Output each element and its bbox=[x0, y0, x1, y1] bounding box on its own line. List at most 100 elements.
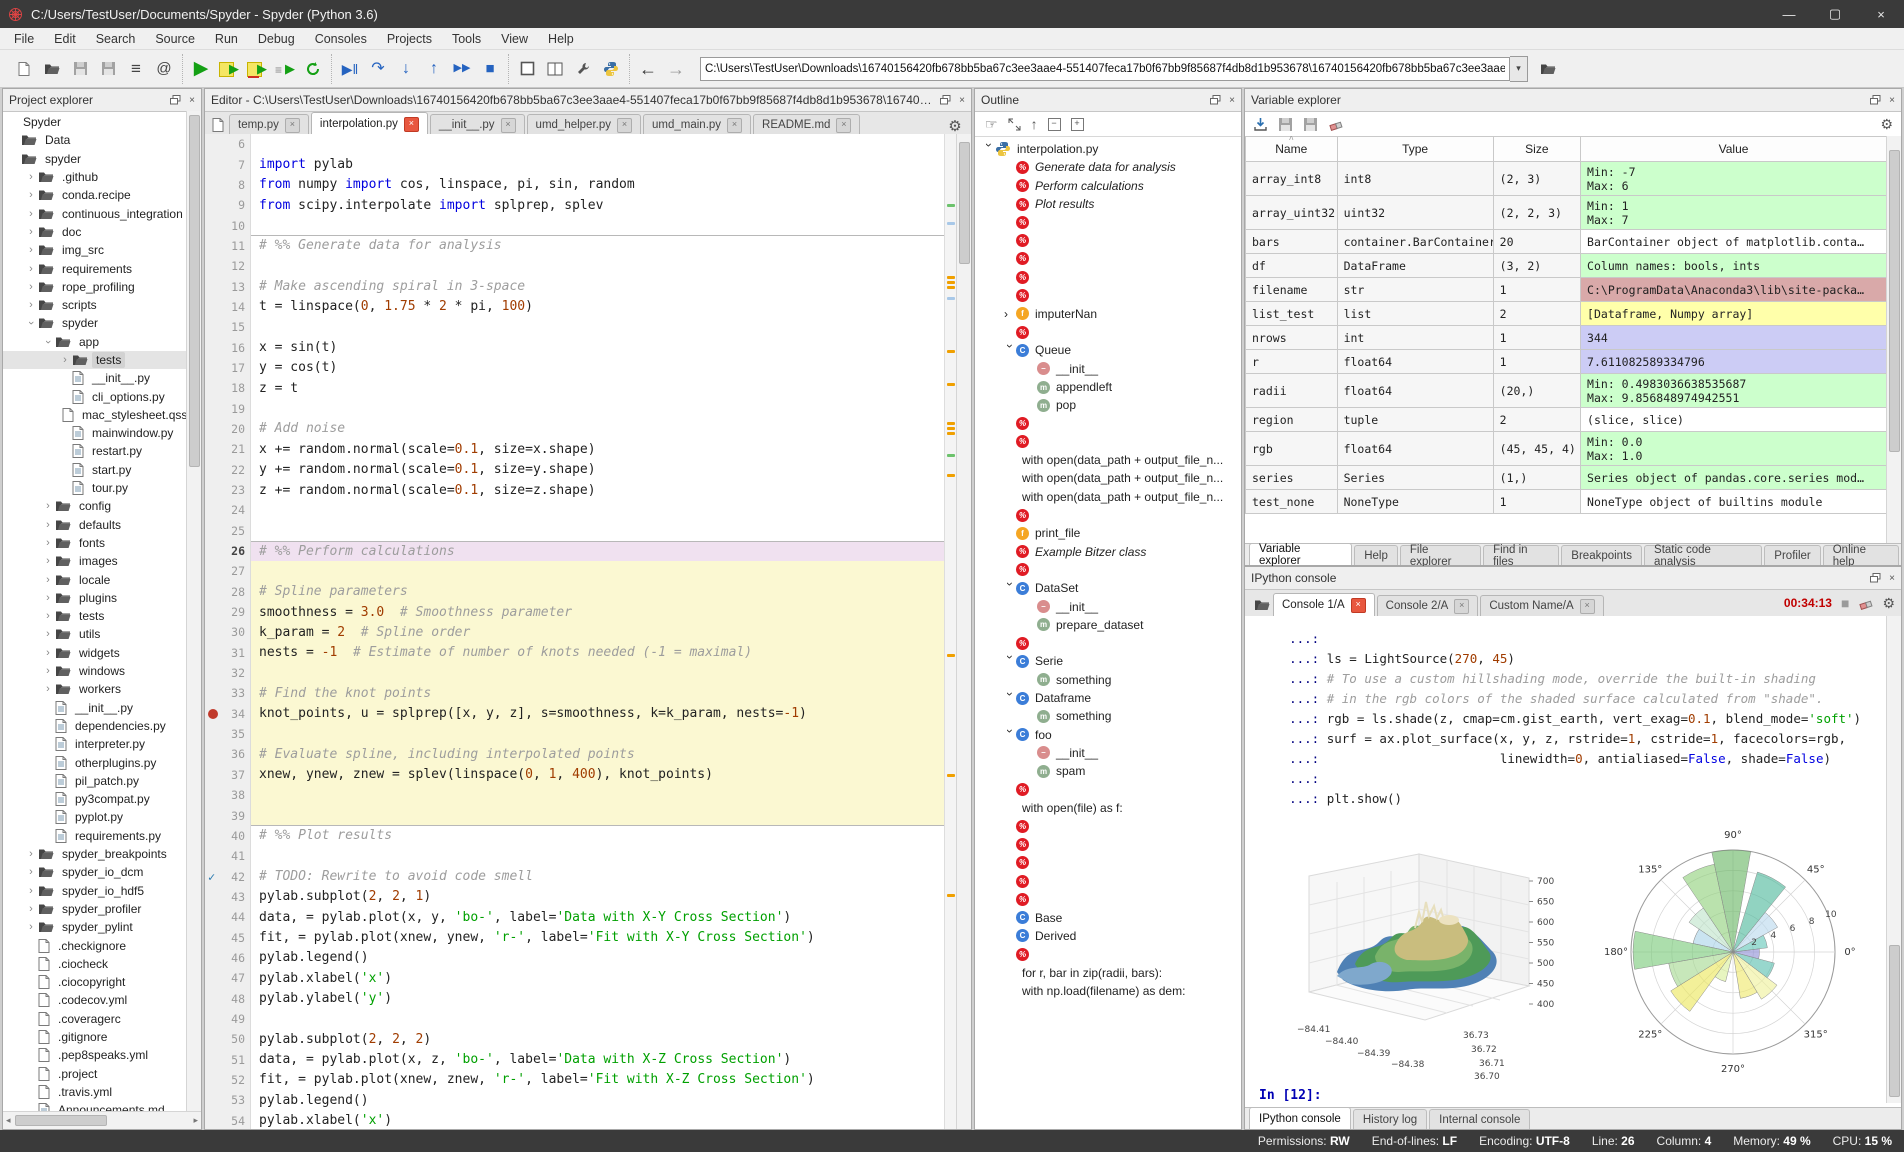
close-icon[interactable]: × bbox=[1229, 95, 1235, 106]
undock-icon[interactable] bbox=[1210, 95, 1221, 105]
editor-tab-README.md[interactable]: README.md × bbox=[753, 114, 861, 135]
outline-item[interactable]: % bbox=[975, 561, 1241, 579]
tree-item-.pep8speaks.yml[interactable]: .pep8speaks.yml bbox=[3, 1046, 187, 1064]
outline-item[interactable]: % bbox=[975, 634, 1241, 652]
tree-item-spyder[interactable]: › spyder bbox=[3, 314, 187, 332]
menu-edit[interactable]: Edit bbox=[44, 29, 86, 49]
outline-item[interactable]: % bbox=[975, 780, 1241, 798]
menu-projects[interactable]: Projects bbox=[377, 29, 442, 49]
maximize-pane-icon[interactable] bbox=[513, 55, 541, 83]
editor-tab-interpolation.py[interactable]: interpolation.py × bbox=[310, 112, 428, 135]
file-switcher-icon[interactable]: ≡ bbox=[122, 55, 150, 83]
tab-close-icon[interactable]: × bbox=[1350, 597, 1366, 613]
forward-icon[interactable]: → bbox=[662, 55, 690, 83]
tab-close-icon[interactable]: × bbox=[284, 117, 300, 133]
go-to-cursor-icon[interactable]: ☞ bbox=[985, 116, 998, 133]
tree-item-__init__.py[interactable]: __init__.py bbox=[3, 699, 187, 717]
undock-icon[interactable] bbox=[940, 95, 951, 105]
chevron-right-icon[interactable]: › bbox=[60, 354, 70, 366]
console-tab-internal-console[interactable]: Internal console bbox=[1429, 1109, 1531, 1129]
variable-options-gear-icon[interactable]: ⚙ bbox=[1880, 116, 1893, 133]
chevron-down-icon[interactable]: › bbox=[1003, 344, 1017, 356]
chevron-right-icon[interactable]: › bbox=[43, 555, 53, 567]
outline-item[interactable]: % bbox=[975, 854, 1241, 872]
variable-table-vscrollbar[interactable] bbox=[1886, 136, 1901, 543]
menu-debug[interactable]: Debug bbox=[248, 29, 305, 49]
project-tree-vscrollbar[interactable] bbox=[186, 111, 201, 1111]
chevron-right-icon[interactable]: › bbox=[26, 921, 36, 933]
undock-icon[interactable] bbox=[170, 95, 181, 105]
tree-item-requirements.py[interactable]: requirements.py bbox=[3, 827, 187, 845]
tree-item-pyplot.py[interactable]: pyplot.py bbox=[3, 808, 187, 826]
chevron-right-icon[interactable]: › bbox=[43, 592, 53, 604]
outline-item-Base[interactable]: C Base bbox=[975, 908, 1241, 926]
tree-item-tests[interactable]: › tests bbox=[3, 607, 187, 625]
tree-item-otherplugins.py[interactable]: otherplugins.py bbox=[3, 753, 187, 771]
tree-item-Spyder[interactable]: Spyder bbox=[3, 113, 187, 131]
outline-item-pop[interactable]: m pop bbox=[975, 396, 1241, 414]
menu-tools[interactable]: Tools bbox=[442, 29, 491, 49]
outline-item[interactable]: % bbox=[975, 433, 1241, 451]
open-file-icon[interactable] bbox=[38, 55, 66, 83]
fit-contents-icon[interactable] bbox=[1008, 118, 1021, 131]
outline-item-ExampleBitzerclass[interactable]: % Example Bitzer class bbox=[975, 543, 1241, 561]
outline-item-Queue[interactable]: › C Queue bbox=[975, 341, 1241, 359]
chevron-down-icon[interactable]: › bbox=[1003, 655, 1017, 667]
tree-item-workers[interactable]: › workers bbox=[3, 680, 187, 698]
tree-item-.travis.yml[interactable]: .travis.yml bbox=[3, 1083, 187, 1101]
undock-icon[interactable] bbox=[1870, 573, 1881, 583]
tree-item-.ciocopyright[interactable]: .ciocopyright bbox=[3, 973, 187, 991]
tree-item-config[interactable]: › config bbox=[3, 497, 187, 515]
variable-row-test_none[interactable]: test_none NoneType 1 NoneType object of bui… bbox=[1245, 489, 1887, 514]
maximize-button[interactable]: ▢ bbox=[1812, 0, 1858, 28]
tab-close-icon[interactable]: × bbox=[500, 117, 516, 133]
tree-item-doc[interactable]: › doc bbox=[3, 223, 187, 241]
column-header-size[interactable]: Size bbox=[1492, 136, 1582, 162]
outline-item[interactable]: % bbox=[975, 506, 1241, 524]
save-icon[interactable] bbox=[66, 55, 94, 83]
console-tab-Console-2-A[interactable]: Console 2/A × bbox=[1376, 595, 1479, 616]
outline-item[interactable]: % bbox=[975, 835, 1241, 853]
tree-item-conda.recipe[interactable]: › conda.recipe bbox=[3, 186, 187, 204]
outline-item-forrbarinzipradiibars[interactable]: for r, bar in zip(radii, bars): bbox=[975, 963, 1241, 981]
project-tree-hscrollbar[interactable]: ◂ ▸ bbox=[3, 1111, 201, 1129]
variable-row-filename[interactable]: filename str 1 C:\ProgramData\Anaconda3\lib… bbox=[1245, 277, 1887, 302]
tree-item-defaults[interactable]: › defaults bbox=[3, 516, 187, 534]
outline-item[interactable]: % bbox=[975, 817, 1241, 835]
tree-item-locale[interactable]: › locale bbox=[3, 570, 187, 588]
chevron-down-icon[interactable]: › bbox=[1003, 729, 1017, 741]
outline-item-__init__[interactable]: – __init__ bbox=[975, 597, 1241, 615]
panel-tab-online-help[interactable]: Online help bbox=[1822, 544, 1899, 568]
outline-item-Serie[interactable]: › C Serie bbox=[975, 652, 1241, 670]
step-into-icon[interactable]: ↓ bbox=[392, 55, 420, 83]
menu-search[interactable]: Search bbox=[86, 29, 146, 49]
remove-all-icon[interactable] bbox=[1328, 118, 1343, 131]
tree-item-app[interactable]: › app bbox=[3, 333, 187, 351]
chevron-down-icon[interactable]: › bbox=[42, 337, 54, 347]
tree-item-__init__.py[interactable]: __init__.py bbox=[3, 369, 187, 387]
run-selection-icon[interactable]: ≡ ▶ bbox=[271, 55, 299, 83]
outline-item-withopenfileasf[interactable]: with open(file) as f: bbox=[975, 799, 1241, 817]
tree-item-.project[interactable]: .project bbox=[3, 1064, 187, 1082]
close-icon[interactable]: × bbox=[189, 95, 195, 106]
chevron-right-icon[interactable]: › bbox=[26, 189, 36, 201]
tree-item-spyder_profiler[interactable]: › spyder_profiler bbox=[3, 900, 187, 918]
save-data-as-icon[interactable] bbox=[1303, 117, 1318, 132]
panel-tab-help[interactable]: Help bbox=[1354, 545, 1398, 565]
chevron-right-icon[interactable]: › bbox=[43, 628, 53, 640]
tab-close-icon[interactable]: × bbox=[617, 117, 632, 133]
variable-row-radii[interactable]: radii float64 (20,) Min: 0.4983036638535687… bbox=[1245, 373, 1887, 408]
outline-item[interactable]: % bbox=[975, 323, 1241, 341]
tree-item-tests[interactable]: › tests bbox=[3, 350, 187, 370]
run-file-icon[interactable]: ▶ bbox=[187, 55, 215, 83]
chevron-down-icon[interactable]: › bbox=[25, 318, 37, 328]
chevron-right-icon[interactable]: › bbox=[1004, 307, 1016, 321]
python-path-icon[interactable] bbox=[597, 55, 625, 83]
new-file-icon[interactable] bbox=[10, 55, 38, 83]
variable-row-array_uint32[interactable]: array_uint32 uint32 (2, 2, 3) Min: 1 Max: 7 bbox=[1245, 195, 1887, 230]
preferences-icon[interactable] bbox=[569, 55, 597, 83]
menu-view[interactable]: View bbox=[491, 29, 538, 49]
debug-file-icon[interactable]: ▶‖ bbox=[336, 55, 364, 83]
outline-tree[interactable]: › interpolation.py% Generate data for anal… bbox=[975, 136, 1241, 1129]
tab-close-icon[interactable]: × bbox=[836, 117, 852, 133]
